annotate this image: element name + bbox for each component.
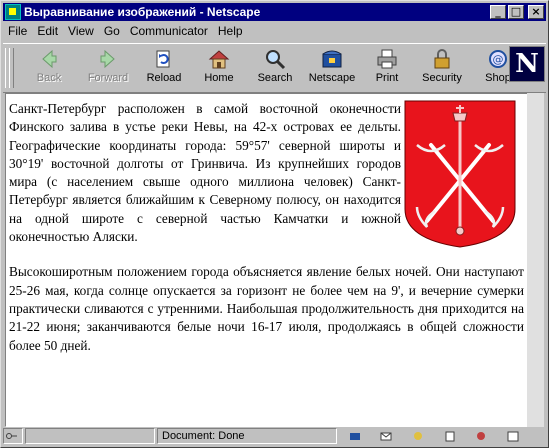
reload-label: Reload	[146, 72, 182, 84]
navigator-icon[interactable]	[349, 430, 361, 442]
svg-text:@: @	[493, 53, 504, 66]
print-label: Print	[375, 72, 399, 84]
print-button[interactable]: Print	[371, 48, 403, 88]
netscape-button[interactable]: Netscape	[305, 48, 359, 88]
page-content: Санкт-Петербург расположен в самой восто…	[5, 93, 528, 427]
minimize-button[interactable]: _	[490, 5, 506, 19]
title-bar[interactable]: Выравнивание изображений - Netscape _ □ …	[3, 3, 546, 21]
menu-file[interactable]: File	[3, 24, 32, 38]
home-icon	[208, 50, 230, 69]
reload-icon	[156, 50, 170, 68]
paragraph-location: Санкт-Петербург расположен в самой восто…	[9, 101, 401, 245]
menu-bar: File Edit View Go Communicator Help	[3, 22, 248, 40]
navigation-toolbar: Back Forward Reload Home Search Netscape…	[3, 43, 546, 93]
discussions-icon[interactable]	[412, 430, 424, 442]
security-lock-icon	[434, 49, 450, 69]
netscape-app-icon	[5, 4, 21, 20]
menu-go[interactable]: Go	[99, 24, 125, 38]
shop-label: Shop	[485, 72, 511, 84]
article-text: Санкт-Петербург расположен в самой восто…	[9, 100, 524, 355]
forward-button[interactable]: Forward	[83, 48, 133, 88]
composer-icon[interactable]	[444, 430, 456, 442]
back-arrow-icon	[42, 49, 57, 69]
search-label: Search	[257, 72, 293, 84]
scrollbar-track[interactable]	[527, 93, 544, 427]
security-label: Security	[422, 72, 462, 84]
home-label: Home	[204, 72, 234, 84]
progress-bar	[25, 428, 155, 444]
conference-icon[interactable]	[475, 430, 487, 442]
menu-view[interactable]: View	[63, 24, 99, 38]
close-button[interactable]: ×	[528, 5, 544, 19]
paragraph-white-nights: Высокоширотным положением города объясня…	[9, 264, 524, 353]
browser-window: Выравнивание изображений - Netscape _ □ …	[0, 0, 549, 448]
forward-arrow-icon	[100, 49, 115, 69]
menu-edit[interactable]: Edit	[32, 24, 63, 38]
home-button[interactable]: Home	[199, 48, 239, 88]
toolbar-grip-2[interactable]	[9, 48, 14, 88]
component-bar	[339, 428, 529, 444]
key-icon	[6, 433, 17, 439]
vertical-scrollbar[interactable]	[527, 93, 544, 427]
status-text: Document: Done	[157, 428, 337, 444]
search-icon	[266, 50, 286, 70]
print-icon	[377, 49, 397, 69]
status-bar: Document: Done	[3, 427, 546, 445]
menu-help[interactable]: Help	[213, 24, 248, 38]
calendar-icon[interactable]	[507, 430, 519, 442]
mail-icon[interactable]	[380, 430, 392, 442]
back-label: Back	[36, 72, 62, 84]
netscape-icon	[322, 50, 342, 68]
netscape-label: Netscape	[308, 72, 356, 84]
status-security-cell[interactable]	[3, 428, 23, 444]
security-button[interactable]: Security	[419, 48, 465, 88]
shop-icon: @	[489, 50, 507, 68]
maximize-button[interactable]: □	[508, 5, 524, 19]
back-button[interactable]: Back	[27, 48, 71, 88]
reload-button[interactable]: Reload	[141, 48, 187, 88]
menu-communicator[interactable]: Communicator	[125, 24, 213, 38]
window-title: Выравнивание изображений - Netscape	[24, 5, 261, 19]
forward-label: Forward	[87, 72, 129, 84]
netscape-logo[interactable]: N	[509, 46, 545, 82]
search-button[interactable]: Search	[253, 48, 297, 88]
